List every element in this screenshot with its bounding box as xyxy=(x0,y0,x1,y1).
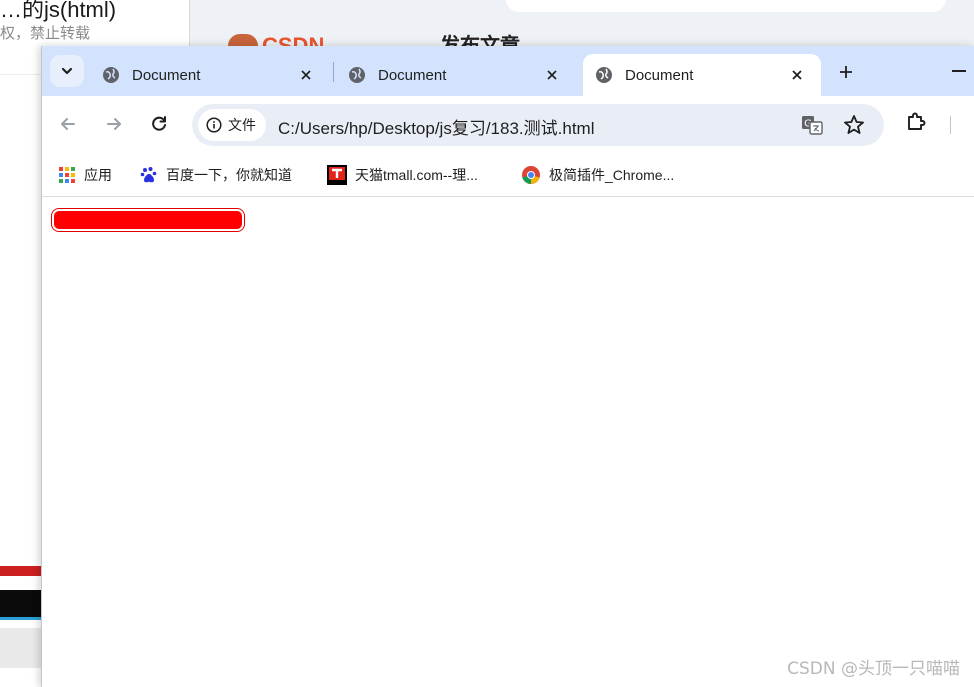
bookmark-label: 百度一下，你就知道 xyxy=(166,167,292,183)
bookmark-label: 应用 xyxy=(84,167,112,183)
bookmark-label: 天猫tmall.com--理... xyxy=(355,167,478,183)
arrow-right-icon xyxy=(107,118,121,130)
toolbar-divider xyxy=(950,116,951,134)
bookmark-apps[interactable]: 应用 xyxy=(58,162,112,188)
background-dark-strip xyxy=(0,590,42,618)
bookmark-baidu[interactable]: 百度一下，你就知道 xyxy=(140,162,292,188)
chrome-icon xyxy=(522,166,540,184)
csdn-watermark: CSDN @头顶一只喵喵 xyxy=(787,659,960,679)
reload-icon xyxy=(152,116,166,131)
browser-window: Document Document Document 文件 C:/Users/h… xyxy=(41,46,974,687)
minimize-button[interactable] xyxy=(952,70,966,72)
background-gray-strip xyxy=(0,628,42,668)
close-icon xyxy=(301,70,311,80)
background-csdn-text: CSDN xyxy=(262,33,325,46)
tab-label: Document xyxy=(132,66,201,84)
forward-button[interactable] xyxy=(100,110,128,138)
tab-close-button[interactable] xyxy=(542,65,562,85)
background-article-title: …的js(html) xyxy=(0,0,117,22)
plus-icon xyxy=(840,66,852,78)
new-tab-button[interactable] xyxy=(834,60,858,84)
bookmark-star-button[interactable] xyxy=(842,113,866,142)
tab-close-button[interactable] xyxy=(787,65,807,85)
tab-close-button[interactable] xyxy=(296,65,316,85)
tab-separator xyxy=(333,62,334,82)
translate-button[interactable]: G xyxy=(800,113,824,142)
close-icon xyxy=(792,70,802,80)
browser-toolbar: 文件 C:/Users/hp/Desktop/js复习/183.测试.html … xyxy=(42,96,974,154)
background-blue-line xyxy=(0,617,42,620)
info-icon xyxy=(206,117,222,133)
reload-button[interactable] xyxy=(145,110,173,138)
bookmark-label: 极简插件_Chrome... xyxy=(549,167,675,183)
site-info-chip[interactable]: 文件 xyxy=(198,109,266,141)
back-button[interactable] xyxy=(54,110,82,138)
tmall-icon xyxy=(327,165,347,185)
globe-icon xyxy=(596,67,612,83)
translate-icon: G xyxy=(802,116,823,135)
tab-search-button[interactable] xyxy=(50,55,84,87)
bookmarks-bar: 应用 百度一下，你就知道 天猫tmall.com--理... 极简插件_Chro… xyxy=(42,154,974,197)
background-publish-heading: 发布文章 xyxy=(440,35,520,46)
tab-document-2[interactable]: Document xyxy=(342,54,576,96)
tab-label: Document xyxy=(625,66,694,84)
bookmark-chrome-plugins[interactable]: 极简插件_Chrome... xyxy=(521,162,674,188)
globe-icon xyxy=(349,67,365,83)
background-omnibox xyxy=(506,0,946,12)
apps-grid-icon xyxy=(59,167,75,183)
tab-document-active[interactable]: Document xyxy=(583,54,821,96)
chevron-down-icon xyxy=(61,67,73,75)
baidu-paw-icon xyxy=(140,167,157,183)
page-content xyxy=(42,198,974,687)
address-bar[interactable]: 文件 C:/Users/hp/Desktop/js复习/183.测试.html … xyxy=(192,104,884,146)
red-bar-element xyxy=(51,208,245,232)
tab-label: Document xyxy=(378,66,447,84)
url-text[interactable]: C:/Users/hp/Desktop/js复习/183.测试.html xyxy=(278,114,594,139)
tab-strip: Document Document Document xyxy=(42,46,974,96)
globe-icon xyxy=(103,67,119,83)
tab-document-1[interactable]: Document xyxy=(96,54,330,96)
arrow-left-icon xyxy=(61,118,75,130)
background-csdn-logo-icon xyxy=(228,34,258,46)
star-icon xyxy=(844,115,864,134)
background-article-subtitle: 权，禁止转载 xyxy=(0,25,91,42)
site-chip-label: 文件 xyxy=(228,117,256,133)
close-icon xyxy=(547,70,557,80)
puzzle-icon xyxy=(908,112,926,130)
background-red-strip xyxy=(0,566,42,576)
extensions-button[interactable] xyxy=(904,110,928,139)
bookmark-tmall[interactable]: 天猫tmall.com--理... xyxy=(327,162,478,188)
